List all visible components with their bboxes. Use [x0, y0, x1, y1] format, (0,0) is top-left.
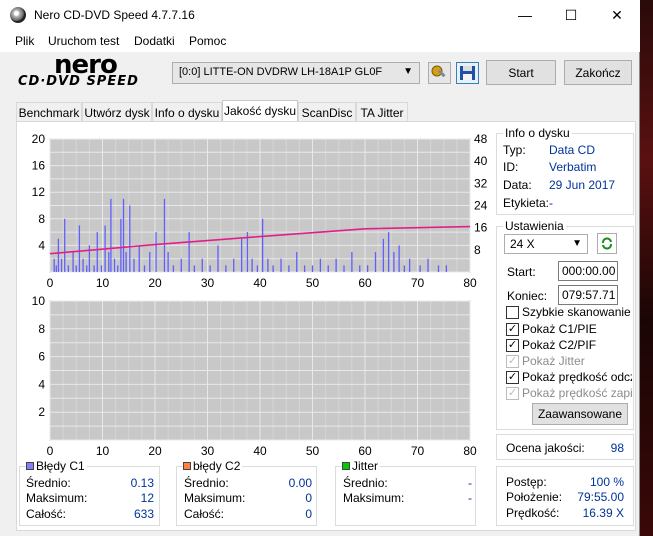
- title-bar: Nero CD-DVD Speed 4.7.7.16 — ☐ ✕: [0, 0, 640, 30]
- jitter-avg-label: Średnio:: [343, 476, 388, 490]
- speed-select[interactable]: 24 X ▼: [504, 234, 588, 254]
- c1-avg-value: 0.13: [130, 476, 154, 490]
- c2-avg-value: 0.00: [288, 476, 312, 490]
- c1-max-label: Maksimum:: [26, 491, 88, 505]
- end-position-input[interactable]: 079:57.71: [558, 285, 618, 305]
- quick-scan-checkbox[interactable]: [506, 306, 519, 319]
- show-c1-checkbox[interactable]: ✓: [506, 323, 519, 336]
- desktop-background: [640, 0, 653, 536]
- c2-total-label: Całość:: [184, 507, 225, 521]
- disc-date-label: Data:: [503, 178, 532, 192]
- jitter-max-label: Maksimum:: [343, 491, 405, 505]
- save-button[interactable]: [456, 62, 479, 84]
- c2-avg-label: Średnio:: [184, 476, 229, 490]
- refresh-speed-button[interactable]: [597, 233, 617, 254]
- disc-date-value: 29 Jun 2017: [549, 178, 616, 192]
- show-jitter-label: Pokaż Jitter: [522, 354, 585, 368]
- speed-value: 16.39 X: [582, 506, 624, 520]
- tab-disc-quality[interactable]: Jakość dysku: [222, 100, 298, 123]
- disc-info-title: Info o dysku: [503, 126, 572, 140]
- jitter-legend-swatch: [342, 462, 350, 470]
- quick-scan-label: Szybkie skanowanie: [522, 305, 631, 319]
- chevron-down-icon: ▼: [572, 238, 582, 249]
- c2-max-label: Maksimum:: [184, 491, 246, 505]
- c1-total-value: 633: [133, 507, 154, 521]
- app-disc-icon: [10, 7, 26, 23]
- c1-avg-label: Średnio:: [26, 476, 71, 490]
- start-button[interactable]: Start: [486, 60, 556, 85]
- settings-title: Ustawienia: [503, 219, 566, 233]
- jitter-avg-value: -: [468, 476, 472, 490]
- c1-max-value: 12: [140, 491, 154, 505]
- progress-value: 100 %: [589, 475, 624, 489]
- menu-pomoc[interactable]: Pomoc: [189, 34, 226, 48]
- disc-type-value: Data CD: [549, 143, 596, 157]
- tab-disc-info[interactable]: Info o dysku: [152, 102, 222, 122]
- minimize-button[interactable]: —: [502, 0, 548, 30]
- disc-id-value: Verbatim: [549, 160, 597, 174]
- c1-stats-title: Błędy C1: [34, 459, 87, 473]
- show-write-speed-checkbox: ✓: [506, 387, 519, 400]
- quit-button[interactable]: Zakończ: [564, 60, 632, 85]
- nero-logo: nero CD·DVD SPEED: [14, 50, 164, 92]
- tab-create-disc[interactable]: Utwórz dysk: [82, 102, 152, 122]
- c1-total-label: Całość:: [26, 507, 67, 521]
- start-position-label: Start:: [507, 265, 536, 279]
- drive-select[interactable]: [0:0] LITTE-ON DVDRW LH-18A1P GL0F ▼: [172, 62, 420, 84]
- position-label: Położenie:: [506, 490, 563, 504]
- show-read-speed-label: Pokaż prędkość odczytu: [522, 370, 632, 384]
- disc-label-label: Etykieta:: [503, 196, 550, 210]
- speed-select-value: 24 X: [510, 237, 535, 251]
- c2-stats-title: błędy C2: [191, 459, 243, 473]
- show-c2-checkbox[interactable]: ✓: [506, 339, 519, 352]
- show-read-speed-checkbox[interactable]: ✓: [506, 371, 519, 384]
- jitter-stats-title: Jitter: [350, 459, 381, 473]
- advanced-button[interactable]: Zaawansowane: [532, 403, 628, 425]
- tab-benchmark[interactable]: Benchmark: [16, 102, 82, 122]
- window-title: Nero CD-DVD Speed 4.7.7.16: [34, 8, 195, 22]
- end-position-label: Koniec:: [507, 289, 548, 303]
- menu-bar: Plik Uruchom test Dodatki Pomoc: [0, 30, 640, 52]
- options-button[interactable]: [428, 62, 451, 84]
- tab-scandisc[interactable]: ScanDisc: [298, 102, 356, 122]
- menu-dodatki[interactable]: Dodatki: [134, 34, 175, 48]
- refresh-icon: [602, 237, 612, 250]
- start-position-input[interactable]: 000:00.00: [558, 261, 618, 281]
- menu-uruchom-test[interactable]: Uruchom test: [48, 34, 119, 48]
- drive-select-value: [0:0] LITTE-ON DVDRW LH-18A1P GL0F: [179, 66, 383, 78]
- speed-label: Prędkość:: [506, 506, 560, 520]
- logo-cd-dvd-speed-text: CD·DVD SPEED: [18, 74, 139, 89]
- jitter-max-value: -: [468, 491, 472, 505]
- floppy-disk-icon: [460, 66, 475, 80]
- show-c1-label: Pokaż C1/PIE: [522, 322, 597, 336]
- chevron-down-icon: ▼: [403, 66, 413, 77]
- tab-ta-jitter[interactable]: TA Jitter: [356, 102, 408, 122]
- disc-type-label: Typ:: [503, 143, 526, 157]
- c1-legend-swatch: [26, 462, 34, 470]
- disc-id-label: ID:: [503, 160, 519, 174]
- maximize-button[interactable]: ☐: [548, 0, 594, 30]
- close-button[interactable]: ✕: [594, 0, 640, 30]
- show-write-speed-label: Pokaż prędkość zapisu: [522, 386, 632, 400]
- quality-score-label: Ocena jakości:: [506, 441, 585, 455]
- wrench-icon: [431, 65, 446, 78]
- quality-score-value: 98: [610, 441, 624, 455]
- c2-total-value: 0: [305, 507, 312, 521]
- position-value: 79:55.00: [577, 490, 624, 504]
- show-jitter-checkbox: ✓: [506, 355, 519, 368]
- c2-max-value: 0: [305, 491, 312, 505]
- disc-label-value: -: [549, 196, 553, 210]
- show-c2-label: Pokaż C2/PIF: [522, 338, 597, 352]
- progress-label: Postęp:: [506, 475, 547, 489]
- menu-plik[interactable]: Plik: [15, 34, 34, 48]
- c2-legend-swatch: [183, 462, 191, 470]
